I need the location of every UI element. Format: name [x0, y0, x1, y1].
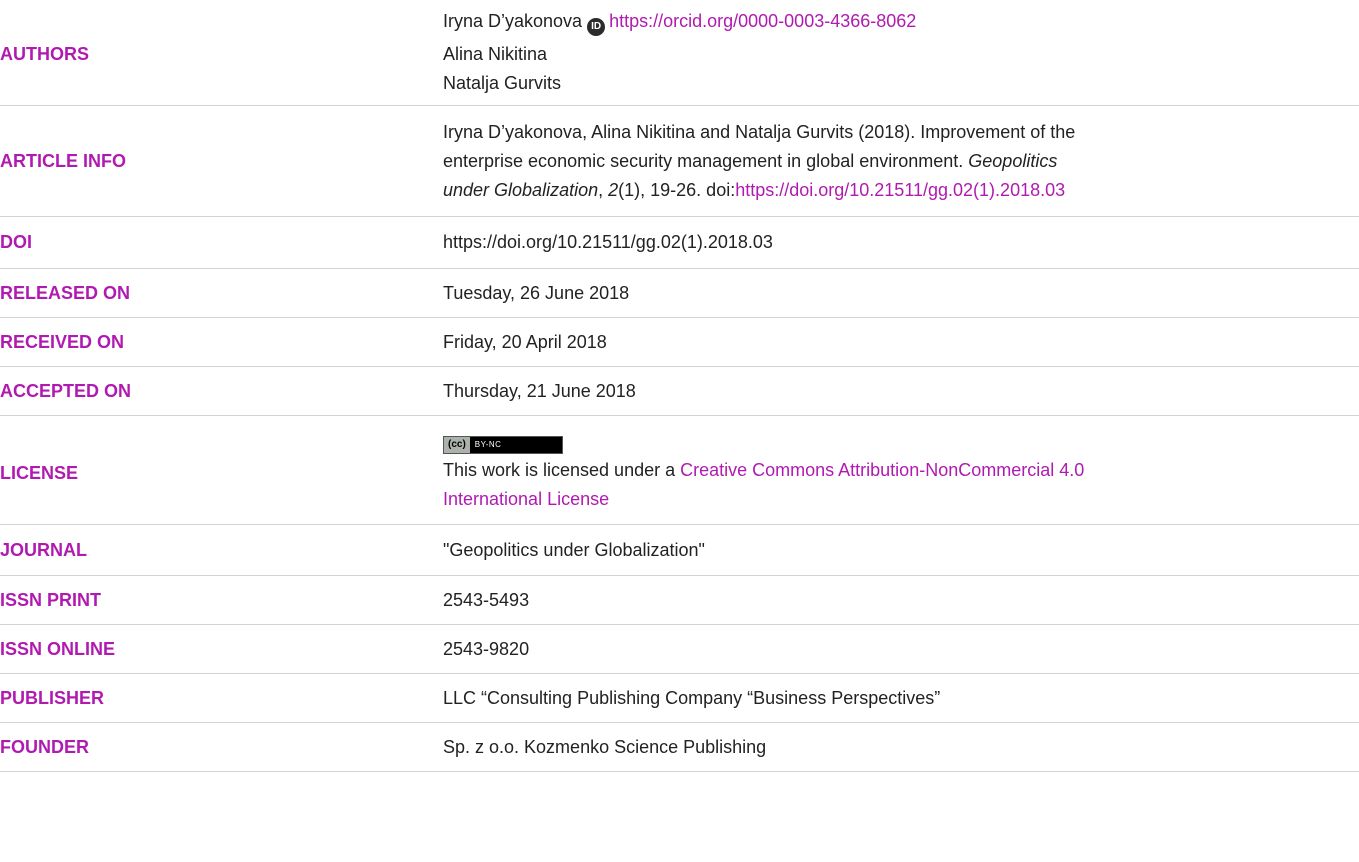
issn-print-label: ISSN PRINT: [0, 589, 102, 610]
row-issn-print: ISSN PRINT 2543-5493: [0, 576, 1359, 625]
row-doi: DOI https://doi.org/10.21511/gg.02(1).20…: [0, 217, 1359, 269]
orcid-icon[interactable]: ID: [587, 18, 606, 36]
row-journal: JOURNAL "Geopolitics under Globalization…: [0, 525, 1359, 576]
accepted-label: ACCEPTED ON: [0, 380, 132, 401]
license-badge-wrap: (cc) BY-NC: [443, 427, 1359, 456]
author-1: Iryna D’yakonova: [443, 11, 583, 31]
doi-value: https://doi.org/10.21511/gg.02(1).2018.0…: [443, 232, 773, 252]
citation-journal-part-2: under Globalization: [443, 179, 599, 200]
founder-value: Sp. z o.o. Kozmenko Science Publishing: [443, 736, 767, 757]
row-license: LICENSE (cc) BY-NC This work is licensed…: [0, 416, 1359, 525]
row-issn-online: ISSN ONLINE 2543-9820: [0, 625, 1359, 674]
citation-title-end: enterprise economic security management …: [443, 150, 969, 171]
released-value: Tuesday, 26 June 2018: [443, 282, 630, 303]
authors-label: AUTHORS: [0, 44, 89, 64]
accepted-value: Thursday, 21 June 2018: [443, 380, 636, 401]
row-authors: AUTHORS Iryna D’yakonova ID https://orcid.…: [0, 0, 1359, 106]
license-link-part-1[interactable]: Creative Commons Attribution-NonCommerci…: [680, 460, 1084, 480]
citation-journal-part-1: Geopolitics: [968, 150, 1058, 171]
row-accepted: ACCEPTED ON Thursday, 21 June 2018: [0, 367, 1359, 416]
cc-badge-left: (cc): [444, 436, 470, 453]
issn-online-value: 2543-9820: [443, 638, 530, 659]
license-line-1: This work is licensed under a Creative C…: [443, 456, 1359, 485]
citation-separator: ,: [598, 179, 609, 200]
license-line-2: International License: [443, 485, 1359, 514]
citation-line-1: Iryna D’yakonova, Alina Nikitina and Nat…: [443, 121, 1076, 142]
publisher-label: PUBLISHER: [0, 687, 105, 708]
row-founder: FOUNDER Sp. z o.o. Kozmenko Science Publ…: [0, 723, 1359, 772]
issn-print-value: 2543-5493: [443, 589, 530, 610]
authors-value: Iryna D’yakonova ID https://orcid.org/0000…: [443, 0, 1359, 105]
cc-by-nc-badge-icon[interactable]: (cc) BY-NC: [443, 435, 563, 454]
row-released: RELEASED ON Tuesday, 26 June 2018: [0, 269, 1359, 318]
license-label: LICENSE: [0, 462, 79, 483]
license-value: (cc) BY-NC This work is licensed under a…: [443, 416, 1359, 524]
issn-online-label: ISSN ONLINE: [0, 638, 116, 659]
doi-label: DOI: [0, 232, 33, 252]
row-publisher: PUBLISHER LLC “Consulting Publishing Com…: [0, 674, 1359, 723]
article-info-label: ARTICLE INFO: [0, 150, 126, 171]
journal-value: "Geopolitics under Globalization": [443, 539, 705, 560]
citation-line-2: enterprise economic security management …: [443, 147, 1359, 176]
citation-line-3: under Globalization, 2(1), 19-26. doi:ht…: [443, 176, 1359, 205]
article-info-value: Iryna D’yakonova, Alina Nikitina and Nat…: [443, 106, 1359, 216]
row-received: RECEIVED ON Friday, 20 April 2018: [0, 318, 1359, 367]
author-1-line: Iryna D’yakonova ID https://orcid.org/0000…: [443, 7, 1359, 36]
journal-label: JOURNAL: [0, 539, 88, 560]
license-text: This work is licensed under a: [443, 459, 681, 480]
author-3: Natalja Gurvits: [443, 73, 562, 93]
publisher-value: LLC “Consulting Publishing Company “Busi…: [443, 687, 941, 708]
orcid-link[interactable]: https://orcid.org/0000-0003-4366-8062: [609, 11, 916, 31]
author-2: Alina Nikitina: [443, 44, 548, 64]
received-label: RECEIVED ON: [0, 331, 125, 352]
released-label: RELEASED ON: [0, 282, 131, 303]
license-link-part-2[interactable]: International License: [443, 489, 609, 509]
received-value: Friday, 20 April 2018: [443, 331, 607, 352]
founder-label: FOUNDER: [0, 736, 89, 757]
citation-volume: 2: [608, 179, 619, 200]
row-article-info: ARTICLE INFO Iryna D’yakonova, Alina Nik…: [0, 106, 1359, 217]
citation-doi-link[interactable]: https://doi.org/10.21511/gg.02(1).2018.0…: [735, 180, 1065, 200]
citation-pages: (1), 19-26. doi:: [618, 179, 736, 200]
